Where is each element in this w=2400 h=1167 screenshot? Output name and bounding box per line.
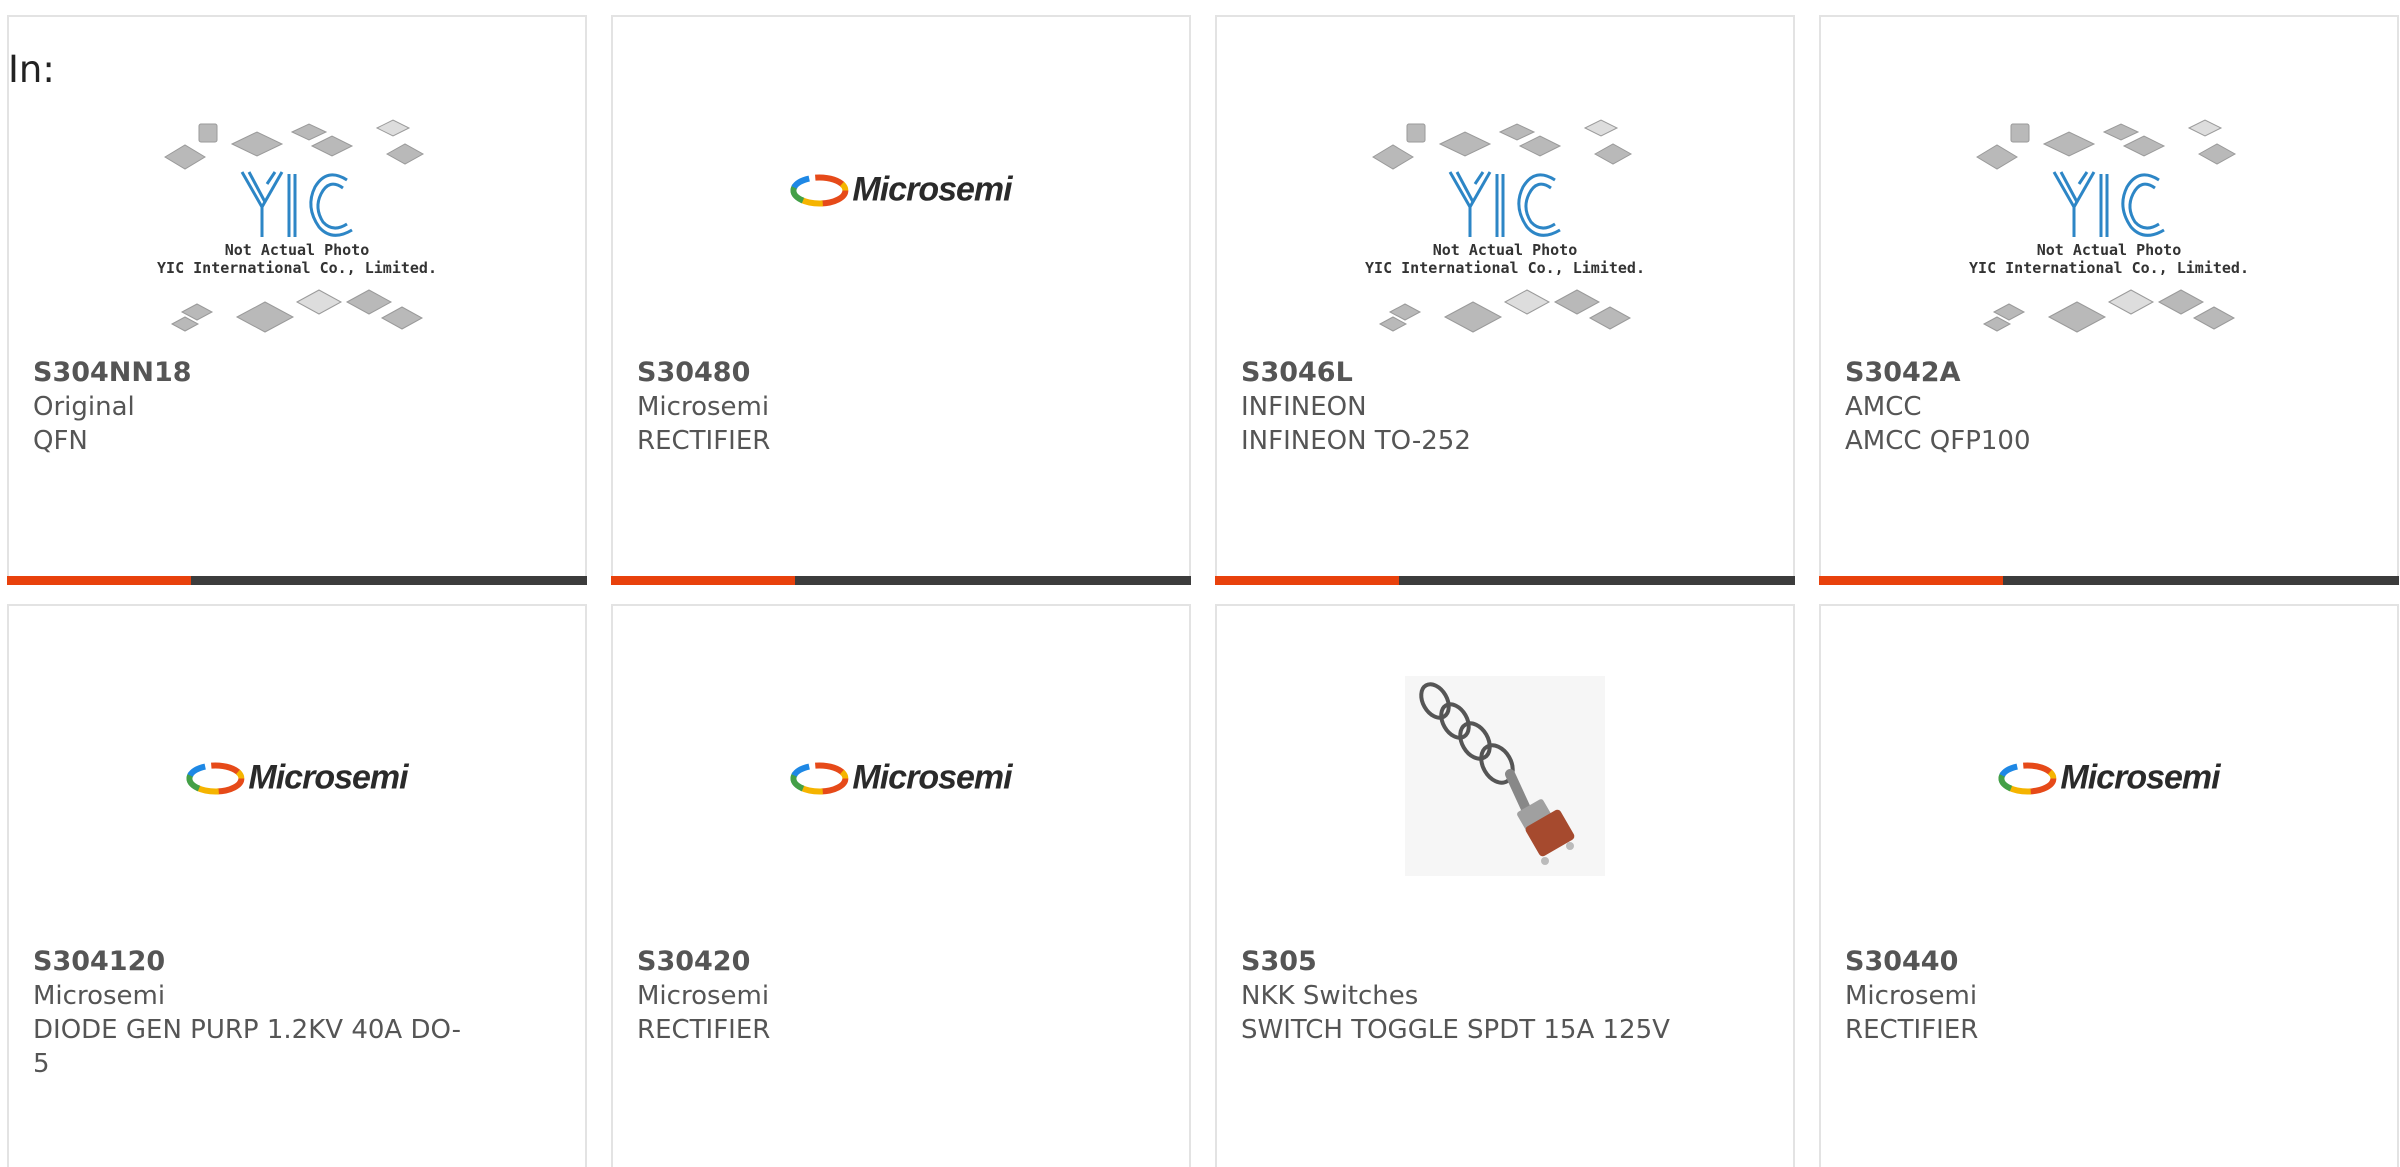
- placeholder-caption-line2: YIC International Co., Limited.: [1365, 259, 1645, 277]
- card-bar: [7, 576, 587, 585]
- part-number[interactable]: S305: [1241, 945, 1673, 979]
- card-bar: [1215, 576, 1795, 585]
- placeholder-caption-line1: Not Actual Photo: [1432, 241, 1578, 259]
- card-bar-accent: [1819, 576, 2003, 585]
- description: INFINEON TO-252: [1241, 426, 1471, 456]
- microsemi-logo-icon: Microsemi: [1998, 758, 2221, 798]
- product-grid-page: In: Not Actual Photo YIC International C…: [0, 0, 2400, 1167]
- placeholder-caption-line1: Not Actual Photo: [224, 241, 370, 259]
- toggle-switch-photo-icon: [1405, 676, 1605, 876]
- manufacturer: Original: [33, 392, 135, 422]
- card-bar-accent: [1215, 576, 1399, 585]
- product-image[interactable]: Microsemi: [9, 606, 585, 946]
- product-image[interactable]: Microsemi: [613, 17, 1189, 357]
- microsemi-brand: Microsemi: [852, 758, 1012, 797]
- product-card[interactable]: Microsemi S30480 Microsemi RECTIFIER: [611, 15, 1191, 585]
- product-card[interactable]: Microsemi S304120 Microsemi DIODE GEN PU…: [7, 604, 587, 1167]
- card-bar: [1819, 576, 2399, 585]
- description: DIODE GEN PURP 1.2KV 40A DO-5: [33, 1015, 462, 1079]
- description: QFN: [33, 426, 88, 456]
- product-info: S3046L INFINEON INFINEON TO-252: [1241, 356, 1673, 458]
- product-info: S3042A AMCC AMCC QFP100: [1845, 356, 2277, 458]
- product-info: S304NN18 Original QFN: [33, 356, 465, 458]
- product-card[interactable]: Not Actual Photo YIC International Co., …: [1819, 15, 2399, 585]
- description: SWITCH TOGGLE SPDT 15A 125V: [1241, 1015, 1670, 1045]
- part-number[interactable]: S30480: [637, 356, 1069, 390]
- manufacturer: Microsemi: [1845, 981, 1978, 1011]
- part-number[interactable]: S30420: [637, 945, 1069, 979]
- microsemi-logo-icon: Microsemi: [186, 758, 409, 798]
- manufacturer: AMCC: [1845, 392, 1922, 422]
- manufacturer: Microsemi: [637, 981, 770, 1011]
- product-card[interactable]: Not Actual Photo YIC International Co., …: [1215, 15, 1795, 585]
- description: RECTIFIER: [637, 426, 771, 456]
- placeholder-caption-line1: Not Actual Photo: [2036, 241, 2182, 259]
- yic-placeholder-icon: Not Actual Photo YIC International Co., …: [1959, 112, 2259, 352]
- card-bar-accent: [611, 576, 795, 585]
- product-info: S30440 Microsemi RECTIFIER: [1845, 945, 2277, 1047]
- in-label: In:: [8, 48, 55, 91]
- product-info: S30420 Microsemi RECTIFIER: [637, 945, 1069, 1047]
- product-image[interactable]: Not Actual Photo YIC International Co., …: [9, 17, 585, 357]
- product-card[interactable]: Not Actual Photo YIC International Co., …: [7, 15, 587, 585]
- part-number[interactable]: S3046L: [1241, 356, 1673, 390]
- manufacturer: NKK Switches: [1241, 981, 1419, 1011]
- product-card[interactable]: S305 NKK Switches SWITCH TOGGLE SPDT 15A…: [1215, 604, 1795, 1167]
- manufacturer: INFINEON: [1241, 392, 1367, 422]
- microsemi-brand: Microsemi: [248, 758, 408, 797]
- yic-placeholder-icon: Not Actual Photo YIC International Co., …: [1355, 112, 1655, 352]
- product-card[interactable]: Microsemi S30420 Microsemi RECTIFIER: [611, 604, 1191, 1167]
- part-number[interactable]: S304120: [33, 945, 465, 979]
- placeholder-caption-line2: YIC International Co., Limited.: [1969, 259, 2249, 277]
- product-image[interactable]: Microsemi: [613, 606, 1189, 946]
- product-image[interactable]: [1217, 606, 1793, 946]
- product-info: S305 NKK Switches SWITCH TOGGLE SPDT 15A…: [1241, 945, 1673, 1047]
- card-bar: [611, 576, 1191, 585]
- description: RECTIFIER: [637, 1015, 771, 1045]
- description: RECTIFIER: [1845, 1015, 1979, 1045]
- microsemi-logo-icon: Microsemi: [790, 758, 1013, 798]
- product-info: S304120 Microsemi DIODE GEN PURP 1.2KV 4…: [33, 945, 465, 1081]
- product-image[interactable]: Not Actual Photo YIC International Co., …: [1821, 17, 2397, 357]
- placeholder-caption-line2: YIC International Co., Limited.: [157, 259, 437, 277]
- microsemi-brand: Microsemi: [2060, 758, 2220, 797]
- part-number[interactable]: S3042A: [1845, 356, 2277, 390]
- microsemi-logo-icon: Microsemi: [790, 170, 1013, 210]
- part-number[interactable]: S30440: [1845, 945, 2277, 979]
- yic-placeholder-icon: Not Actual Photo YIC International Co., …: [147, 112, 447, 352]
- manufacturer: Microsemi: [33, 981, 166, 1011]
- product-card[interactable]: Microsemi S30440 Microsemi RECTIFIER: [1819, 604, 2399, 1167]
- description: AMCC QFP100: [1845, 426, 2031, 456]
- product-image[interactable]: Not Actual Photo YIC International Co., …: [1217, 17, 1793, 357]
- manufacturer: Microsemi: [637, 392, 770, 422]
- microsemi-brand: Microsemi: [852, 170, 1012, 209]
- part-number[interactable]: S304NN18: [33, 356, 465, 390]
- card-bar-accent: [7, 576, 191, 585]
- product-info: S30480 Microsemi RECTIFIER: [637, 356, 1069, 458]
- product-image[interactable]: Microsemi: [1821, 606, 2397, 946]
